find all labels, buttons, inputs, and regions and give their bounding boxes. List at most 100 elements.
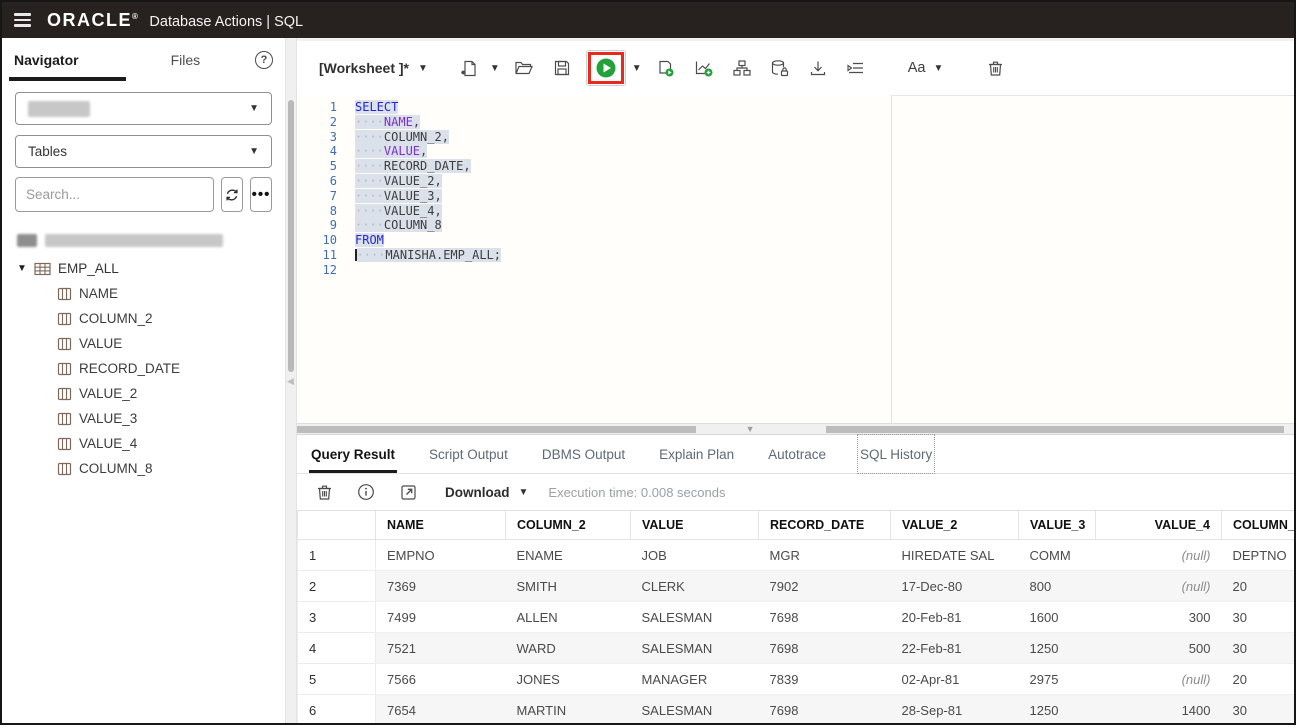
help-icon[interactable]: ? xyxy=(255,51,273,69)
query-result-grid[interactable]: NAMECOLUMN_2VALUERECORD_DATEVALUE_2VALUE… xyxy=(297,510,1294,723)
cell-value_3[interactable]: COMM xyxy=(1019,540,1096,571)
sql-code-area[interactable]: SELECT····NAME,····COLUMN_2,····VALUE,··… xyxy=(349,95,1294,423)
cell-value_4[interactable]: (null) xyxy=(1096,664,1222,695)
cell-value[interactable]: SALESMAN xyxy=(631,695,759,724)
cell-record_date[interactable]: 7839 xyxy=(759,664,891,695)
clear-worksheet-button[interactable] xyxy=(979,53,1011,83)
font-settings-button[interactable]: Aa▼ xyxy=(904,60,948,76)
cell-value[interactable]: SALESMAN xyxy=(631,633,759,664)
cell-column_8[interactable]: 30 xyxy=(1222,633,1295,664)
cell-name[interactable]: 7654 xyxy=(376,695,506,724)
table-row[interactable]: 57566JONESMANAGER783902-Apr-812975(null)… xyxy=(298,664,1295,695)
code-line[interactable]: ····VALUE, xyxy=(355,144,1294,159)
column-header-value_4[interactable]: VALUE_4 xyxy=(1096,511,1222,540)
cell-value_2[interactable]: 22-Feb-81 xyxy=(891,633,1019,664)
collapse-sidebar-arrow[interactable]: ◀ xyxy=(287,376,294,387)
cell-name[interactable]: 7499 xyxy=(376,602,506,633)
cell-column_8[interactable]: 30 xyxy=(1222,602,1295,633)
tab-autotrace[interactable]: Autotrace xyxy=(766,435,828,473)
open-file-button[interactable] xyxy=(508,53,540,83)
run-script-button[interactable] xyxy=(650,53,682,83)
cell-name[interactable]: 7521 xyxy=(376,633,506,664)
chevron-down-icon[interactable]: ▼ xyxy=(490,63,500,74)
cell-record_date[interactable]: 7698 xyxy=(759,633,891,664)
column-header-value_2[interactable]: VALUE_2 xyxy=(891,511,1019,540)
tree-column-column_2[interactable]: COLUMN_2 xyxy=(17,306,285,331)
cell-value_2[interactable]: 02-Apr-81 xyxy=(891,664,1019,695)
cell-value_2[interactable]: 20-Feb-81 xyxy=(891,602,1019,633)
code-line[interactable]: ····RECORD_DATE, xyxy=(355,159,1294,174)
data-load-button[interactable] xyxy=(764,53,796,83)
tree-root-redacted[interactable] xyxy=(17,228,285,253)
tab-files[interactable]: Files xyxy=(171,52,201,68)
tree-item-emp-all[interactable]: ▼ EMP_ALL xyxy=(17,256,285,281)
cell-value_4[interactable]: 300 xyxy=(1096,602,1222,633)
schema-dropdown[interactable]: ▼ xyxy=(15,92,272,125)
info-button[interactable] xyxy=(355,481,377,503)
cell-value_4[interactable]: 500 xyxy=(1096,633,1222,664)
splitter-thumb[interactable] xyxy=(297,426,696,433)
results-splitter[interactable]: ▼ xyxy=(297,423,1294,435)
cell-value_4[interactable]: 1400 xyxy=(1096,695,1222,724)
cell-value_4[interactable]: (null) xyxy=(1096,571,1222,602)
tab-query-result[interactable]: Query Result xyxy=(309,435,397,473)
column-header-column_2[interactable]: COLUMN_2 xyxy=(506,511,631,540)
cell-value_2[interactable]: HIREDATE SAL xyxy=(891,540,1019,571)
table-row[interactable]: 37499ALLENSALESMAN769820-Feb-81160030030 xyxy=(298,602,1295,633)
cell-record_date[interactable]: 7698 xyxy=(759,695,891,724)
tree-column-value_4[interactable]: VALUE_4 xyxy=(17,431,285,456)
cell-column_8[interactable]: 20 xyxy=(1222,664,1295,695)
code-line[interactable]: ····MANISHA.EMP_ALL; xyxy=(355,248,1294,263)
cell-column_2[interactable]: JONES xyxy=(506,664,631,695)
tab-explain-plan[interactable]: Explain Plan xyxy=(657,435,736,473)
collapse-results-arrow[interactable]: ▼ xyxy=(746,424,755,434)
table-row[interactable]: 27369SMITHCLERK790217-Dec-80800(null)20 xyxy=(298,571,1295,602)
search-input[interactable] xyxy=(15,177,214,212)
cell-name[interactable]: 7369 xyxy=(376,571,506,602)
cell-name[interactable]: EMPNO xyxy=(376,540,506,571)
autotrace-button[interactable] xyxy=(726,53,758,83)
new-worksheet-button[interactable] xyxy=(454,53,486,83)
code-line[interactable]: ····VALUE_3, xyxy=(355,189,1294,204)
sidebar-splitter[interactable]: ◀ xyxy=(285,38,297,723)
tree-column-column_8[interactable]: COLUMN_8 xyxy=(17,456,285,481)
cell-name[interactable]: 7566 xyxy=(376,664,506,695)
cell-value_3[interactable]: 1250 xyxy=(1019,695,1096,724)
cell-column_8[interactable]: DEPTNO xyxy=(1222,540,1295,571)
cell-value_4[interactable]: (null) xyxy=(1096,540,1222,571)
cell-value[interactable]: JOB xyxy=(631,540,759,571)
table-row[interactable]: 47521WARDSALESMAN769822-Feb-81125050030 xyxy=(298,633,1295,664)
cell-value_3[interactable]: 1250 xyxy=(1019,633,1096,664)
cell-value_2[interactable]: 17-Dec-80 xyxy=(891,571,1019,602)
tree-column-value_3[interactable]: VALUE_3 xyxy=(17,406,285,431)
caret-down-icon[interactable]: ▼ xyxy=(17,263,27,274)
download-button[interactable]: Download ▼ xyxy=(445,485,528,500)
cell-value_3[interactable]: 2975 xyxy=(1019,664,1096,695)
cell-column_8[interactable]: 30 xyxy=(1222,695,1295,724)
column-header-record_date[interactable]: RECORD_DATE xyxy=(759,511,891,540)
tab-dbms-output[interactable]: DBMS Output xyxy=(540,435,627,473)
cell-value_2[interactable]: 28-Sep-81 xyxy=(891,695,1019,724)
cell-record_date[interactable]: 7698 xyxy=(759,602,891,633)
code-line[interactable] xyxy=(355,263,1294,278)
cell-column_2[interactable]: ALLEN xyxy=(506,602,631,633)
code-line[interactable]: ····COLUMN_8 xyxy=(355,218,1294,233)
tree-column-value[interactable]: VALUE xyxy=(17,331,285,356)
code-line[interactable]: ····VALUE_4, xyxy=(355,204,1294,219)
splitter-thumb[interactable] xyxy=(288,100,294,372)
tree-column-value_2[interactable]: VALUE_2 xyxy=(17,381,285,406)
more-actions-button[interactable]: ••• xyxy=(250,177,272,212)
cell-column_8[interactable]: 20 xyxy=(1222,571,1295,602)
column-header-column_8[interactable]: COLUMN_8 xyxy=(1222,511,1295,540)
table-row[interactable]: 67654MARTINSALESMAN769828-Sep-8112501400… xyxy=(298,695,1295,724)
column-header-name[interactable]: NAME xyxy=(376,511,506,540)
hamburger-menu-icon[interactable] xyxy=(14,13,31,27)
cell-value[interactable]: MANAGER xyxy=(631,664,759,695)
tab-script-output[interactable]: Script Output xyxy=(427,435,510,473)
explain-plan-button[interactable] xyxy=(688,53,720,83)
chevron-down-icon[interactable]: ▼ xyxy=(632,63,642,74)
splitter-thumb[interactable] xyxy=(826,426,1284,433)
tab-navigator[interactable]: Navigator xyxy=(14,52,79,68)
format-button[interactable] xyxy=(840,53,872,83)
refresh-button[interactable] xyxy=(221,177,243,212)
